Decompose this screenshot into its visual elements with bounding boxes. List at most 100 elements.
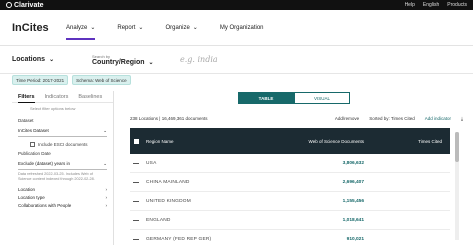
table-view-button[interactable]: TABLE [238,92,294,104]
schema-chip[interactable]: Schema: Web of Science [72,75,131,85]
add-indicator-button[interactable]: Add indicator [425,116,451,121]
clarivate-logo[interactable]: Clarivate [6,2,44,9]
esci-checkbox[interactable] [30,142,35,147]
search-by-value-text: Country/Region [92,58,145,66]
row-select-cell[interactable] [130,219,142,221]
dataset-refresh-note: Data refreshed 2022-03-25. Includes Web … [18,172,95,181]
visual-view-button[interactable]: VISUAL [294,92,350,104]
nav-analyze-label: Analyze [66,24,88,31]
publication-date-label: Publication Date [18,151,51,156]
nav-my-organization[interactable]: My Organization [220,10,264,46]
global-header-links: Help English Products [405,2,467,8]
table-row: GERMANY (FED REP GER) 910,021 [130,230,450,245]
row-checkbox[interactable] [133,200,139,202]
clarivate-logo-icon [6,2,12,8]
incites-logo[interactable]: InCites [12,22,66,34]
row-select-cell[interactable] [130,238,142,240]
help-link[interactable]: Help [405,2,415,8]
chevron-down-icon: ⌄ [103,161,107,166]
esci-checkbox-row[interactable]: Include ESCI documents [12,137,113,147]
download-icon[interactable]: ⤓ [461,116,463,121]
dataset-select[interactable]: InCites Dataset ⌄ [18,125,107,137]
chevron-down-icon: ⌄ [49,57,55,63]
row-wos-documents[interactable]: 910,021 [300,237,370,242]
filter-location[interactable]: Location › [12,184,113,192]
time-period-chip[interactable]: Time Period: 2017-2021 [12,75,69,85]
row-checkbox[interactable] [133,181,139,183]
entity-search-input[interactable]: e.g. india [180,55,218,64]
filter-location-type-label: Location type [18,195,45,200]
table-controls: Add/remove Sorted by: Times Cited Add in… [335,116,463,121]
column-header-times-cited[interactable]: Times Cited [370,139,450,144]
results-table: Region Name Web of Science Documents Tim… [130,128,450,245]
app-navigation: InCites Analyze ⌄ Report ⌄ Organize ⌄ My… [0,10,473,46]
row-name[interactable]: UNITED KINGDOM [142,199,300,204]
publication-date-select[interactable]: Exclude (dataset) years in ⌄ [18,158,107,170]
nav-analyze[interactable]: Analyze ⌄ [66,10,96,46]
dataset-label: Dataset [18,118,34,123]
tab-filters[interactable]: Filters [18,91,35,103]
chevron-down-icon: ⌄ [90,25,96,31]
nav-report[interactable]: Report ⌄ [117,10,143,46]
select-all-cell [130,138,142,144]
table-header-row: Region Name Web of Science Documents Tim… [130,128,450,154]
filter-location-type[interactable]: Location type › [12,192,113,200]
row-wos-documents[interactable]: 2,696,407 [300,180,370,185]
chevron-right-icon: › [105,187,108,192]
entity-type-select[interactable]: Locations ⌄ [12,56,92,63]
select-all-checkbox[interactable] [133,138,139,144]
sort-select[interactable]: Sorted by: Times Cited [369,116,415,121]
products-menu[interactable]: Products [447,2,467,8]
nav-organize[interactable]: Organize ⌄ [165,10,197,46]
global-header: Clarivate Help English Products [0,0,473,10]
tab-baselines[interactable]: Baselines [78,91,102,103]
esci-checkbox-label: Include ESCI documents [38,142,88,147]
entity-selector-bar: Locations ⌄ Search by Country/Region ⌄ e… [0,46,473,74]
language-menu[interactable]: English [423,2,439,8]
row-select-cell[interactable] [130,181,142,183]
row-select-cell[interactable] [130,162,142,164]
filter-location-label: Location [18,187,36,192]
search-by-select[interactable]: Search by Country/Region ⌄ [92,54,172,66]
entity-type-label: Locations [12,56,46,63]
filter-panel-subtitle: Select filter options below [30,106,76,111]
publication-date-section: Publication Date Exclude (dataset) years… [12,147,113,170]
filter-collaborations-label: Collaborations with People [18,203,72,208]
table-row: CHINA MAINLAND 2,696,407 [130,173,450,192]
tab-indicators[interactable]: Indicators [45,91,69,103]
chevron-right-icon: › [105,203,108,208]
chevron-down-icon: ⌄ [192,25,198,31]
publication-date-value: Exclude (dataset) years in [18,161,71,166]
table-toolbar: 238 Locations | 16,469,361 documents Add… [130,114,463,123]
row-name[interactable]: CHINA MAINLAND [142,180,300,185]
scrollbar-thumb[interactable] [455,132,459,162]
row-wos-documents[interactable]: 3,806,632 [300,161,370,166]
row-checkbox[interactable] [133,238,139,240]
add-remove-button[interactable]: Add/remove [335,116,359,121]
row-checkbox[interactable] [133,219,139,221]
table-row: USA 3,806,632 [130,154,450,173]
dataset-section: Dataset InCites Dataset ⌄ [12,114,113,137]
table-scrollbar[interactable] [455,132,459,240]
results-summary: 238 Locations | 16,469,361 documents [130,116,208,121]
view-toggle: TABLE VISUAL [238,92,350,104]
row-select-cell[interactable] [130,200,142,202]
row-name[interactable]: GERMANY (FED REP GER) [142,237,300,242]
filter-panel: Filters Indicators Baselines Select filt… [12,91,114,245]
nav-organize-label: Organize [165,24,190,31]
table-row: ENGLAND 1,018,641 [130,211,450,230]
chevron-down-icon: ⌄ [138,25,144,31]
row-name[interactable]: USA [142,161,300,166]
table-row: UNITED KINGDOM 1,155,456 [130,192,450,211]
row-wos-documents[interactable]: 1,155,456 [300,199,370,204]
filter-panel-tabs: Filters Indicators Baselines [12,91,113,103]
filter-collaborations[interactable]: Collaborations with People › [12,200,113,208]
column-header-name[interactable]: Region Name [142,139,300,144]
dataset-value: InCites Dataset [18,128,49,133]
row-name[interactable]: ENGLAND [142,218,300,223]
active-settings-chips: Time Period: 2017-2021 Schema: Web of Sc… [12,75,131,85]
nav-report-label: Report [117,24,136,31]
row-checkbox[interactable] [133,162,139,164]
column-header-wos-documents[interactable]: Web of Science Documents [300,139,370,144]
row-wos-documents[interactable]: 1,018,641 [300,218,370,223]
